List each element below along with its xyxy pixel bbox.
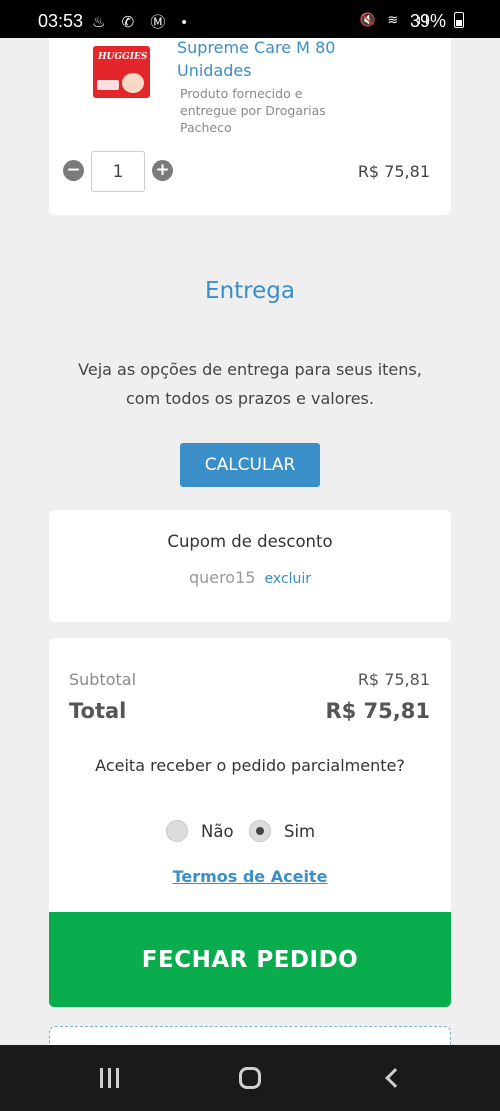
product-brand-logo: HUGGIES	[98, 52, 148, 62]
total-label: Total	[69, 699, 127, 723]
order-summary-card: Subtotal R$ 75,81 Total R$ 75,81 Aceita …	[49, 638, 451, 958]
decrease-quantity-button[interactable]: −	[63, 160, 84, 181]
notification-icons: ♨ ✆ Ⓜ •	[92, 14, 193, 31]
partial-order-question: Aceita receber o pedido parcialmente?	[95, 756, 405, 775]
radio-option-yes[interactable]: Sim	[249, 818, 315, 844]
product-name-link[interactable]: Supreme Care M 80 Unidades	[177, 36, 377, 82]
quantity-input[interactable]	[91, 151, 145, 192]
package-stripe	[97, 80, 119, 90]
home-icon[interactable]	[230, 1063, 270, 1093]
delivery-heading: Entrega	[205, 278, 295, 304]
delivery-description-line-1: Veja as opções de entrega para seus iten…	[78, 360, 422, 379]
coupon-card: Cupom de desconto quero15 excluir	[49, 510, 451, 622]
baby-graphic	[122, 73, 144, 93]
calculate-shipping-button[interactable]: CALCULAR	[180, 443, 320, 487]
back-icon[interactable]	[372, 1063, 412, 1093]
item-price: R$ 75,81	[357, 162, 430, 181]
remove-coupon-link[interactable]: excluir	[265, 571, 312, 587]
radio-yes-label[interactable]: Sim	[284, 822, 315, 841]
checkout-button[interactable]: FECHAR PEDIDO	[49, 912, 451, 1007]
product-seller-info: Produto fornecido e entregue por Drogari…	[180, 86, 326, 135]
recent-apps-icon[interactable]	[90, 1063, 130, 1093]
terms-of-acceptance-link[interactable]: Termos de Aceite	[49, 867, 451, 886]
increase-quantity-button[interactable]: +	[152, 160, 173, 181]
delivery-description: Veja as opções de entrega para seus iten…	[0, 355, 500, 413]
battery-icon	[454, 12, 464, 28]
radio-yes-button[interactable]	[249, 820, 271, 842]
delivery-description-line-2: com todos os prazos e valores.	[126, 389, 374, 408]
radio-option-no[interactable]: Não	[166, 818, 234, 844]
coupon-code: quero15	[188, 568, 256, 587]
total-value: R$ 75,81	[325, 699, 430, 723]
coupon-applied: quero15 excluir	[49, 568, 451, 587]
battery-percent: 39%	[409, 11, 446, 31]
coupon-title: Cupom de desconto	[167, 532, 333, 551]
subtotal-label: Subtotal	[69, 670, 137, 689]
cart-item-card: HUGGIES Supreme Care M 80 Unidades Produ…	[49, 38, 451, 215]
android-navigation-bar	[0, 1045, 500, 1111]
radio-no-button[interactable]	[166, 820, 188, 842]
subtotal-value: R$ 75,81	[357, 670, 430, 689]
status-time: 03:53	[38, 11, 84, 31]
radio-no-label[interactable]: Não	[201, 822, 234, 841]
status-bar: 03:53 ♨ ✆ Ⓜ • 🔇 ≋ .ıl 39%	[0, 0, 500, 38]
product-image[interactable]: HUGGIES	[93, 46, 150, 98]
